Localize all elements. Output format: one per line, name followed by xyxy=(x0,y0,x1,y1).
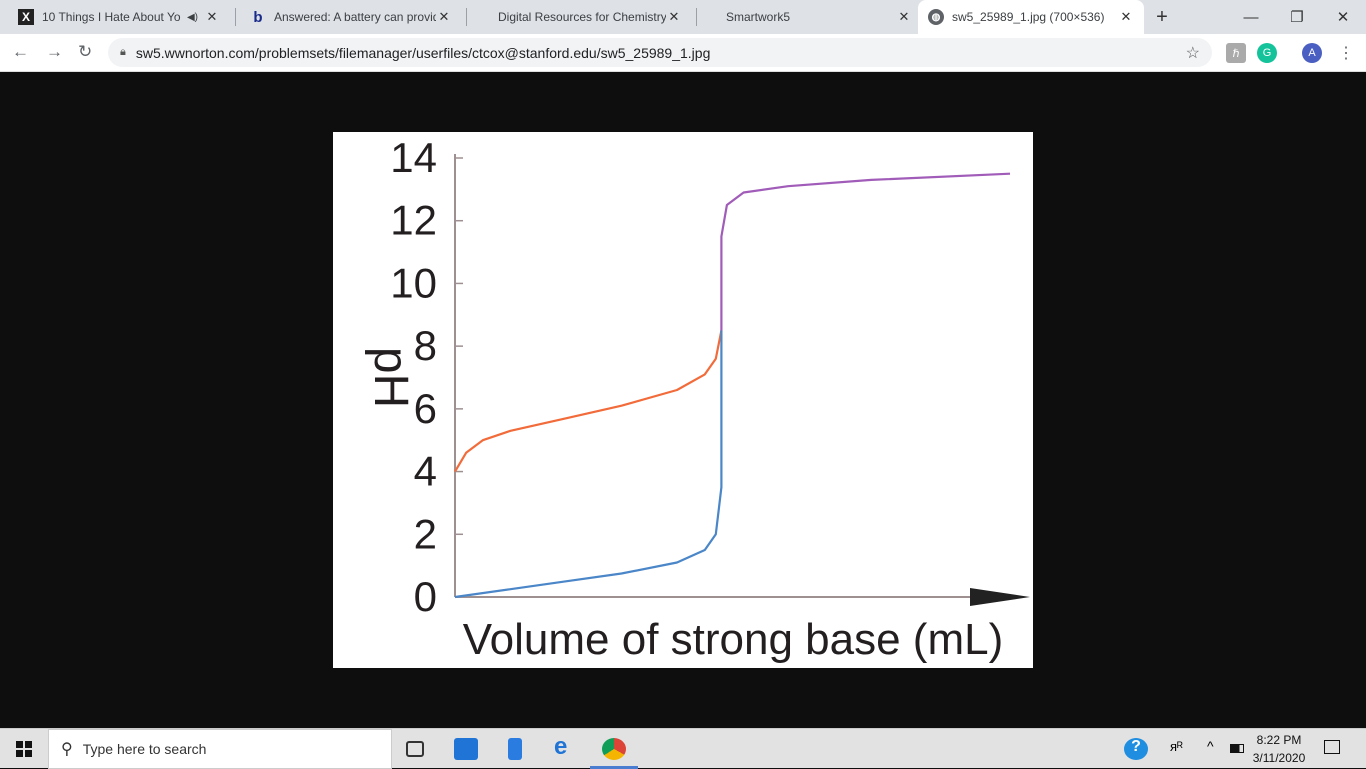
curve-series-1 xyxy=(454,330,723,599)
curve-series-2 xyxy=(720,172,1011,331)
minimize-button[interactable]: — xyxy=(1228,0,1274,34)
tab-title: sw5_25989_1.jpg (700×536) xyxy=(952,10,1105,24)
taskbar-search[interactable]: ⚲ Type here to search xyxy=(48,729,392,769)
forward-button[interactable]: → xyxy=(46,42,63,62)
tab-image[interactable]: ◍ sw5_25989_1.jpg (700×536) ✕ xyxy=(918,0,1144,34)
close-tab-icon[interactable]: ✕ xyxy=(896,9,912,25)
profile-avatar[interactable]: A xyxy=(1302,43,1322,63)
x-favicon-icon: X xyxy=(18,9,34,25)
chrome-icon[interactable] xyxy=(602,738,626,760)
url-text: sw5.wwnorton.com/problemsets/filemanager… xyxy=(135,44,711,61)
tab-title: Answered: A battery can provide xyxy=(274,10,436,24)
extension-icon[interactable]: ℏ xyxy=(1226,43,1246,63)
audio-icon[interactable]: ◀) xyxy=(187,12,198,23)
help-icon[interactable]: ? xyxy=(1124,738,1148,760)
mail-icon[interactable] xyxy=(454,738,478,760)
close-tab-icon[interactable]: ✕ xyxy=(436,9,452,25)
show-hidden-icons[interactable]: ^ xyxy=(1207,738,1214,754)
tab-bar: X 10 Things I Hate About You ◀) ✕ b Answ… xyxy=(0,0,1366,34)
tab-title: Digital Resources for Chemistry xyxy=(498,10,666,24)
displayed-image: 0 2 4 6 8 10 12 14 pH Volume of strong base (mL) xyxy=(333,132,1033,668)
search-placeholder: Type here to search xyxy=(82,741,207,757)
divider xyxy=(466,8,467,26)
time: 8:22 PM xyxy=(1256,733,1302,747)
date: 3/11/2020 xyxy=(1252,751,1306,765)
reload-button[interactable]: ↻ xyxy=(78,42,92,62)
close-window-button[interactable]: ✕ xyxy=(1320,0,1366,34)
notifications-icon[interactable] xyxy=(1324,740,1340,754)
divider xyxy=(696,8,697,26)
b-favicon-icon: b xyxy=(253,8,263,26)
y-tick-label: 14 xyxy=(390,134,437,181)
tab-title: Smartwork5 xyxy=(726,10,791,24)
x-axis-arrow xyxy=(970,588,1030,606)
tab-answered[interactable]: b Answered: A battery can provide ✕ xyxy=(240,0,462,34)
globe-icon: ◍ xyxy=(928,9,944,25)
edge-icon[interactable]: e xyxy=(554,733,578,760)
lock-icon: 🔒︎ xyxy=(120,46,126,58)
tab-digital-resources[interactable]: Digital Resources for Chemistry ✕ xyxy=(470,0,692,34)
battery-icon[interactable] xyxy=(1230,744,1244,753)
address-bar[interactable]: 🔒︎ sw5.wwnorton.com/problemsets/filemana… xyxy=(108,38,1212,67)
restore-button[interactable]: ❐ xyxy=(1274,0,1320,34)
y-tick-label: 4 xyxy=(414,448,437,495)
clock[interactable]: 8:22 PM 3/11/2020 xyxy=(1244,731,1314,767)
menu-icon[interactable]: ⋮ xyxy=(1338,43,1354,63)
tab-10-things[interactable]: X 10 Things I Hate About You ◀) ✕ xyxy=(8,0,230,34)
close-tab-icon[interactable]: ✕ xyxy=(204,9,220,25)
bookmark-star-icon[interactable]: ☆ xyxy=(1186,43,1200,63)
titration-chart: 02468101214pHVolume of strong base (mL) xyxy=(364,134,1030,664)
tab-smartwork5[interactable]: Smartwork5 ✕ xyxy=(700,0,922,34)
search-icon: ⚲ xyxy=(61,741,73,758)
close-tab-icon[interactable]: ✕ xyxy=(666,9,682,25)
people-icon[interactable]: ᴙᴿ xyxy=(1170,739,1183,754)
y-tick-label: 2 xyxy=(414,510,437,557)
new-tab-button[interactable]: + xyxy=(1142,0,1182,34)
start-button[interactable] xyxy=(16,741,32,757)
browser-toolbar: ← → ↻ 🔒︎ sw5.wwnorton.com/problemsets/fi… xyxy=(0,34,1366,72)
curve-series-0 xyxy=(454,330,723,473)
close-tab-icon[interactable]: ✕ xyxy=(1118,9,1134,25)
phone-app-icon[interactable] xyxy=(508,738,522,760)
tab-title: 10 Things I Hate About You xyxy=(42,10,181,24)
taskbar: ⚲ Type here to search e ? ᴙᴿ ^ 8:22 PM 3… xyxy=(0,728,1366,769)
divider xyxy=(235,8,236,26)
grammarly-icon[interactable]: G xyxy=(1257,43,1277,63)
y-tick-label: 10 xyxy=(390,259,437,306)
y-tick-label: 12 xyxy=(390,197,437,244)
back-button[interactable]: ← xyxy=(12,42,29,62)
y-tick-label: 0 xyxy=(414,573,437,620)
x-axis-label: Volume of strong base (mL) xyxy=(463,615,1003,664)
task-view-icon[interactable] xyxy=(406,741,424,757)
y-axis-label: pH xyxy=(364,347,417,408)
